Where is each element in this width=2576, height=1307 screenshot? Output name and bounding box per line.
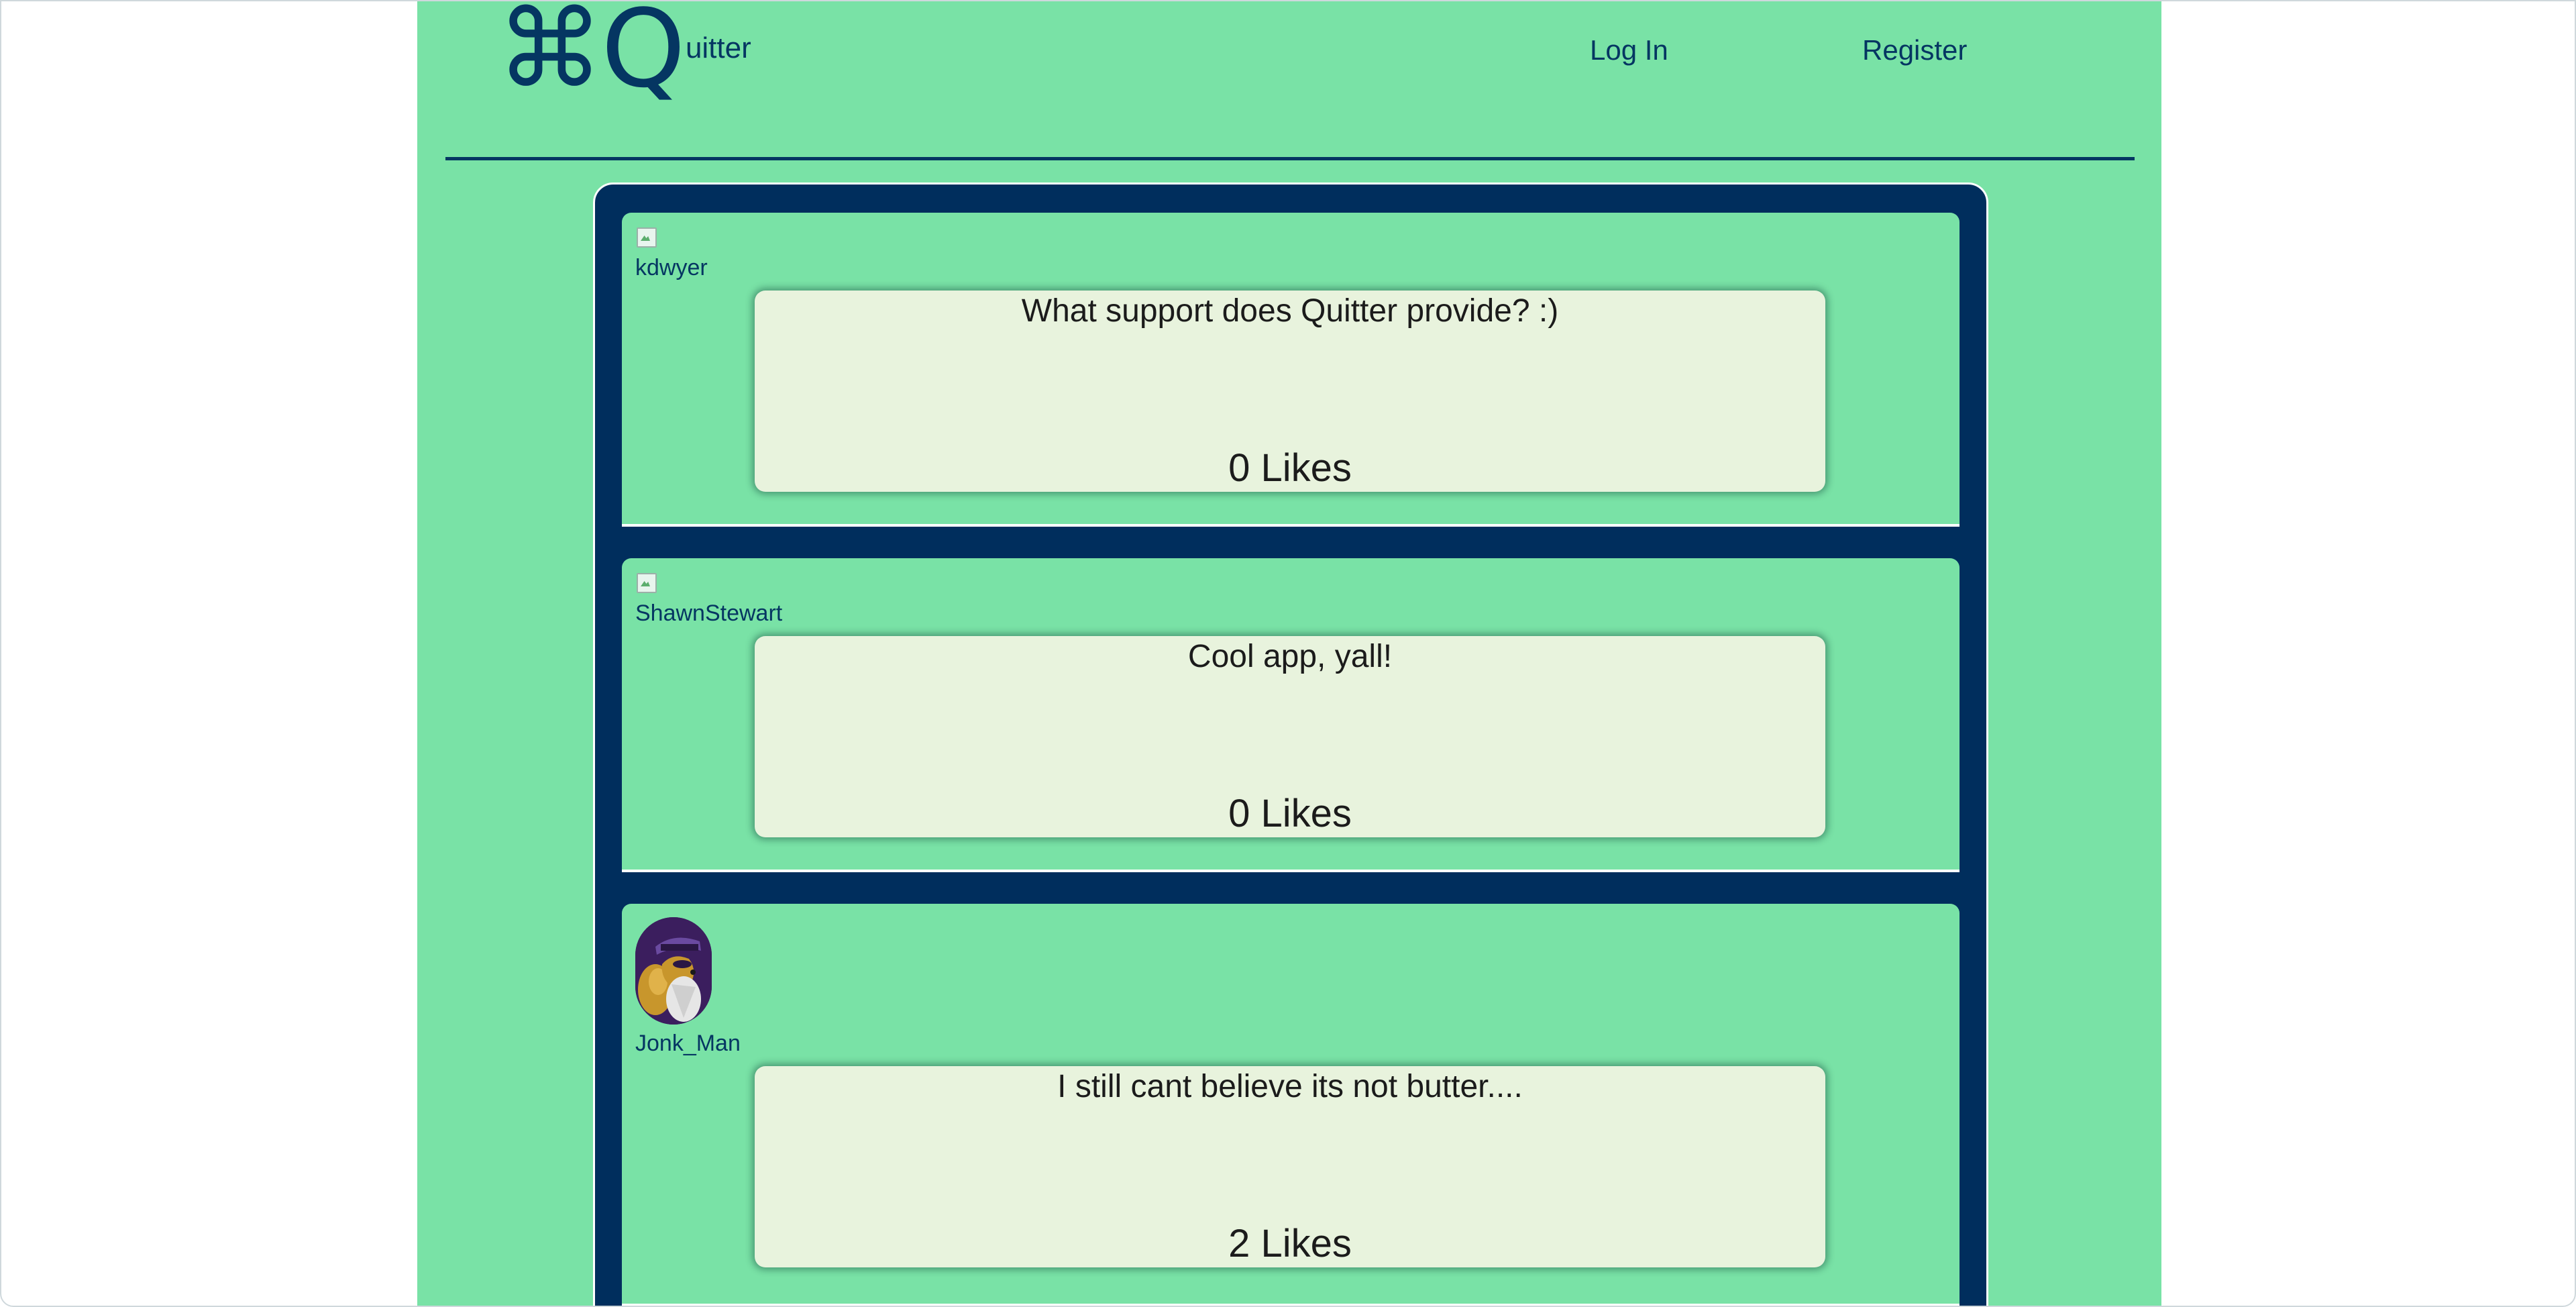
broken-image-icon	[635, 572, 658, 594]
logo-mark: ⌘Q	[496, 0, 686, 111]
logo-link[interactable]: ⌘Q uitter	[496, 0, 751, 111]
likes-count[interactable]: 0 Likes	[755, 445, 1825, 492]
post-text: I still cant believe its not butter....	[1057, 1069, 1523, 1104]
register-link[interactable]: Register	[1862, 34, 1967, 67]
post-feed: kdwyer What support does Quitter provide…	[593, 182, 1988, 1306]
post-bubble[interactable]: Cool app, yall! 0 Likes	[755, 636, 1825, 837]
avatar	[635, 917, 712, 1025]
post-author[interactable]: kdwyer	[635, 226, 708, 281]
header-divider	[445, 157, 2135, 160]
post-bubble[interactable]: I still cant believe its not butter.... …	[755, 1066, 1825, 1267]
logo-text: uitter	[685, 32, 751, 64]
post-text: What support does Quitter provide? :)	[1021, 293, 1559, 329]
post-bubble[interactable]: What support does Quitter provide? :) 0 …	[755, 291, 1825, 492]
username[interactable]: Jonk_Man	[635, 1030, 741, 1057]
login-link[interactable]: Log In	[1590, 34, 1668, 67]
username[interactable]: kdwyer	[635, 254, 708, 281]
username[interactable]: ShawnStewart	[635, 600, 782, 627]
likes-count[interactable]: 0 Likes	[755, 790, 1825, 837]
likes-count[interactable]: 2 Likes	[755, 1220, 1825, 1267]
post-card: ShawnStewart Cool app, yall! 0 Likes	[622, 558, 1960, 872]
post-card: Jonk_Man I still cant believe its not bu…	[622, 904, 1960, 1306]
page: ⌘Q uitter Log In Register kdwyer What su…	[417, 1, 2161, 1306]
browser-viewport: ⌘Q uitter Log In Register kdwyer What su…	[0, 0, 2576, 1307]
site-header: ⌘Q uitter Log In Register	[417, 1, 2161, 160]
post-text: Cool app, yall!	[1187, 639, 1393, 674]
broken-image-icon	[635, 226, 658, 249]
post-author[interactable]: ShawnStewart	[635, 572, 782, 627]
post-card: kdwyer What support does Quitter provide…	[622, 213, 1960, 527]
post-author[interactable]: Jonk_Man	[635, 917, 741, 1057]
squirrel-detective-icon	[635, 917, 712, 1025]
